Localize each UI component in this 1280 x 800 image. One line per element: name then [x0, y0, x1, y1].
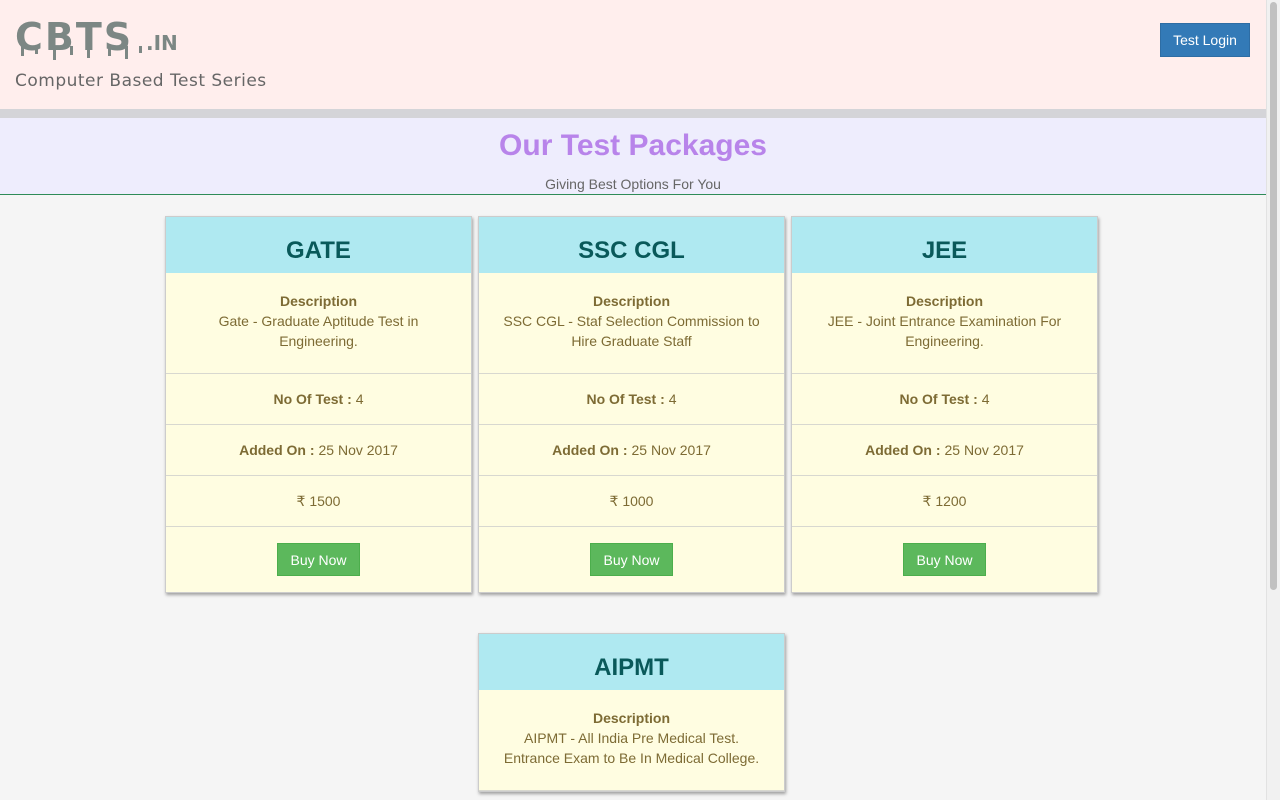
package-card-ssc-cgl: SSC CGL Description SSC CGL - Staf Selec…	[478, 216, 785, 593]
package-description: Description Gate - Graduate Aptitude Tes…	[166, 273, 471, 374]
buy-now-button[interactable]: Buy Now	[590, 543, 673, 576]
logo-text: CBTS	[15, 16, 133, 59]
description-text: Gate - Graduate Aptitude Test in Enginee…	[218, 313, 419, 349]
package-test-count: No Of Test : 4	[479, 374, 784, 425]
added-on-value: 25 Nov 2017	[631, 442, 711, 458]
test-count-label: No Of Test :	[899, 391, 978, 407]
package-test-count: No Of Test : 4	[166, 374, 471, 425]
package-card-gate: GATE Description Gate - Graduate Aptitud…	[165, 216, 472, 593]
package-added-on: Added On : 25 Nov 2017	[792, 425, 1097, 476]
buy-now-button[interactable]: Buy Now	[903, 543, 986, 576]
package-buy-row: Buy Now	[479, 527, 784, 592]
added-on-label: Added On :	[239, 442, 315, 458]
logo-suffix: .IN	[146, 31, 178, 55]
description-text: AIPMT - All India Pre Medical Test. Entr…	[503, 730, 760, 766]
logo-graphic: CBTS .IN	[15, 16, 178, 60]
test-count-value: 4	[668, 391, 677, 407]
package-title: GATE	[166, 217, 471, 273]
description-label: Description	[592, 710, 670, 726]
page: CBTS .IN Computer Based Test Series Test…	[0, 0, 1266, 800]
header-divider	[0, 109, 1266, 118]
description-label: Description	[279, 293, 357, 309]
test-count-value: 4	[355, 391, 364, 407]
site-header: CBTS .IN Computer Based Test Series Test…	[0, 0, 1266, 109]
added-on-value: 25 Nov 2017	[944, 442, 1024, 458]
test-login-button[interactable]: Test Login	[1160, 23, 1250, 57]
added-on-label: Added On :	[552, 442, 628, 458]
package-description: Description AIPMT - All India Pre Medica…	[479, 690, 784, 791]
test-count-value: 4	[981, 391, 990, 407]
test-count-label: No Of Test :	[586, 391, 665, 407]
buy-now-button[interactable]: Buy Now	[277, 543, 360, 576]
page-scrollbar[interactable]	[1266, 0, 1280, 800]
package-added-on: Added On : 25 Nov 2017	[166, 425, 471, 476]
added-on-label: Added On :	[865, 442, 941, 458]
package-card-aipmt: AIPMT Description AIPMT - All India Pre …	[478, 633, 785, 792]
description-text: JEE - Joint Entrance Examination For Eng…	[827, 313, 1062, 349]
package-title: JEE	[792, 217, 1097, 273]
packages-banner: Our Test Packages Giving Best Options Fo…	[0, 118, 1266, 195]
package-price: ₹ 1000	[479, 476, 784, 527]
scrollbar-thumb[interactable]	[1270, 2, 1277, 590]
package-description: Description SSC CGL - Staf Selection Com…	[479, 273, 784, 374]
description-label: Description	[905, 293, 983, 309]
package-card-jee: JEE Description JEE - Joint Entrance Exa…	[791, 216, 1098, 593]
added-on-value: 25 Nov 2017	[318, 442, 398, 458]
package-title: SSC CGL	[479, 217, 784, 273]
package-buy-row: Buy Now	[792, 527, 1097, 592]
site-logo[interactable]: CBTS .IN	[15, 16, 195, 64]
page-title: Our Test Packages	[499, 129, 767, 162]
description-label: Description	[592, 293, 670, 309]
package-title: AIPMT	[479, 634, 784, 690]
site-tagline: Computer Based Test Series	[15, 71, 267, 91]
description-text: SSC CGL - Staf Selection Commission to H…	[503, 313, 760, 349]
package-test-count: No Of Test : 4	[792, 374, 1097, 425]
package-price: ₹ 1200	[792, 476, 1097, 527]
page-subtitle: Giving Best Options For You	[545, 176, 721, 192]
package-description: Description JEE - Joint Entrance Examina…	[792, 273, 1097, 374]
test-count-label: No Of Test :	[273, 391, 352, 407]
package-buy-row: Buy Now	[166, 527, 471, 592]
package-price: ₹ 1500	[166, 476, 471, 527]
package-added-on: Added On : 25 Nov 2017	[479, 425, 784, 476]
